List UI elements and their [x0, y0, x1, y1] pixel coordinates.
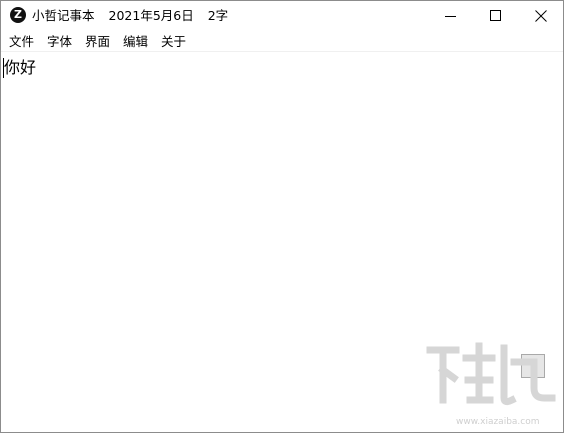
app-logo-icon: Z — [10, 7, 26, 23]
watermark-url: www.xiazaiba.com — [456, 417, 540, 427]
menu-file[interactable]: 文件 — [9, 33, 34, 50]
menu-interface[interactable]: 界面 — [85, 33, 110, 50]
menu-edit[interactable]: 编辑 — [123, 33, 148, 50]
maximize-button[interactable] — [473, 1, 517, 31]
watermark-logo: www.xiazaiba.com — [426, 342, 556, 427]
app-title: 小哲记事本 — [32, 8, 95, 23]
menu-about[interactable]: 关于 — [161, 33, 186, 50]
close-icon — [535, 10, 547, 22]
title-bar[interactable]: Z 小哲记事本 2021年5月6日 2字 — [1, 1, 563, 31]
close-button[interactable] — [519, 1, 563, 31]
minimize-button[interactable] — [429, 1, 473, 31]
window-title: 小哲记事本 2021年5月6日 2字 — [32, 7, 242, 25]
menu-bar: 文件 字体 界面 编辑 关于 — [1, 31, 563, 52]
menu-font[interactable]: 字体 — [47, 33, 72, 50]
char-count: 2字 — [207, 8, 229, 23]
editor-content[interactable]: 你好 — [4, 57, 36, 79]
date-display: 2021年5月6日 — [108, 8, 194, 23]
